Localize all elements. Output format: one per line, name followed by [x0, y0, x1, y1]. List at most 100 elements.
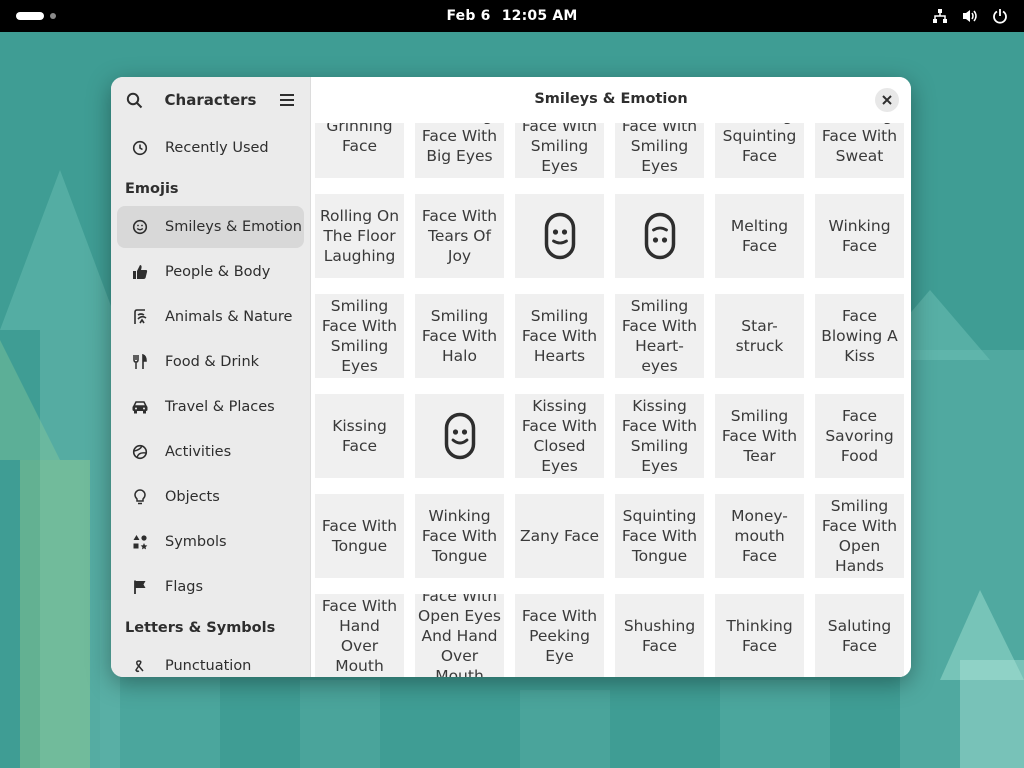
emoji-cell[interactable]: Zany Face	[515, 494, 604, 578]
emoji-cell[interactable]: Winking Face With Tongue	[415, 494, 504, 578]
lightbulb-icon	[131, 488, 149, 506]
sidebar-item-label: Recently Used	[165, 140, 269, 156]
activities-indicator[interactable]	[16, 12, 44, 20]
emoji-cell[interactable]: Squinting Face With Tongue	[615, 494, 704, 578]
characters-window: Characters Recently Used Emojis Smileys …	[111, 77, 911, 677]
smile-glyph-icon	[444, 412, 476, 460]
emoji-cell[interactable]: Grinning Face With Big Eyes	[415, 123, 504, 178]
power-icon	[990, 6, 1010, 26]
emoji-cell[interactable]: Kissing Face	[315, 394, 404, 478]
emoji-name: Rolling On The Floor Laughing	[319, 207, 400, 265]
emoji-cell[interactable]: Face Blowing A Kiss	[815, 294, 904, 378]
emoji-name: Shushing Face	[623, 617, 696, 655]
emoji-cell[interactable]: Smiling Face With Hearts	[515, 294, 604, 378]
sidebar-item-label: Flags	[165, 579, 204, 595]
sidebar: Characters Recently Used Emojis Smileys …	[111, 77, 311, 677]
smiley-icon	[131, 218, 149, 236]
emoji-cell[interactable]: Star-struck	[715, 294, 804, 378]
emoji-cell[interactable]: Face With Tongue	[315, 494, 404, 578]
slight-smile-glyph-icon	[544, 212, 576, 260]
emoji-cell[interactable]: Melting Face	[715, 194, 804, 278]
sidebar-item-flags[interactable]: Flags	[117, 566, 304, 608]
character-grid-scroller[interactable]: Grinning Face Grinning Face With Big Eyes…	[311, 123, 911, 677]
emoji-name: Face With Tongue	[321, 517, 398, 555]
close-icon	[882, 95, 892, 105]
workspace-dot[interactable]	[50, 13, 56, 19]
emoji-cell[interactable]: Shushing Face	[615, 594, 704, 677]
emoji-name: Smiling Face With Tear	[721, 407, 798, 465]
emoji-name: Grinning Face	[326, 123, 393, 155]
emoji-cell[interactable]: Grinning Face With Smiling Eyes	[515, 123, 604, 178]
emoji-name: Grinning Face With Smiling Eyes	[521, 123, 598, 175]
main-menu-button[interactable]	[275, 88, 299, 112]
animals-icon	[131, 308, 149, 326]
sidebar-item-label: People & Body	[165, 264, 271, 280]
emoji-name: Grinning Squinting Face	[722, 123, 797, 165]
sidebar-item-punctuation[interactable]: Punctuation	[117, 645, 304, 677]
emoji-cell[interactable]: Saluting Face	[815, 594, 904, 677]
emoji-cell[interactable]: Smiling Face With Halo	[415, 294, 504, 378]
letters-section-header: Letters & Symbols	[125, 620, 276, 636]
emoji-name: Face With Open Eyes And Hand Over Mouth	[418, 594, 501, 677]
cutlery-icon	[131, 353, 149, 371]
emoji-name: Saluting Face	[827, 617, 892, 655]
emoji-name: Face With Hand Over Mouth	[321, 597, 398, 675]
emoji-name: Smiling Face With Hearts	[521, 307, 598, 365]
emoji-cell[interactable]: Face With Hand Over Mouth	[315, 594, 404, 677]
emoji-cell[interactable]: Rolling On The Floor Laughing	[315, 194, 404, 278]
emojis-section-header: Emojis	[125, 181, 179, 197]
sidebar-item-label: Animals & Nature	[165, 309, 293, 325]
emoji-cell[interactable]: Face With Tears Of Joy	[415, 194, 504, 278]
sidebar-item-symbols[interactable]: Symbols	[117, 521, 304, 563]
emoji-cell[interactable]: Face With Peeking Eye	[515, 594, 604, 677]
emoji-cell[interactable]: Money-mouth Face	[715, 494, 804, 578]
sidebar-item-people-body[interactable]: People & Body	[117, 251, 304, 293]
header-bar: Smileys & Emotion	[311, 77, 911, 123]
emoji-name: Face Savoring Food	[825, 407, 894, 465]
emoji-name: Squinting Face With Tongue	[621, 507, 698, 565]
sidebar-item-label: Punctuation	[165, 658, 252, 674]
emoji-cell[interactable]: Grinning Face	[315, 123, 404, 178]
emoji-name: Kissing Face With Smiling Eyes	[621, 397, 698, 475]
sidebar-item-activities[interactable]: Activities	[117, 431, 304, 473]
ball-icon	[131, 443, 149, 461]
sidebar-item-smileys-emotion[interactable]: Smileys & Emotion	[117, 206, 304, 248]
emoji-name: Beaming Face With Smiling Eyes	[621, 123, 698, 175]
network-icon	[930, 6, 950, 26]
emoji-cell[interactable]: Smiling Face With Smiling Eyes	[315, 294, 404, 378]
close-button[interactable]	[875, 88, 899, 112]
clock-time: 12:05 AM	[501, 8, 578, 24]
flag-icon	[131, 578, 149, 596]
emoji-cell[interactable]: Winking Face	[815, 194, 904, 278]
sidebar-item-travel-places[interactable]: Travel & Places	[117, 386, 304, 428]
emoji-name: Smiling Face With Halo	[421, 307, 498, 365]
emoji-cell[interactable]: Thinking Face	[715, 594, 804, 677]
emoji-cell[interactable]: Kissing Face With Smiling Eyes	[615, 394, 704, 478]
sidebar-item-objects[interactable]: Objects	[117, 476, 304, 518]
sidebar-item-food-drink[interactable]: Food & Drink	[117, 341, 304, 383]
upside-down-glyph-icon	[644, 212, 676, 260]
sidebar-item-recently-used[interactable]: Recently Used	[117, 127, 304, 169]
sidebar-header: Characters	[111, 77, 310, 123]
emoji-cell[interactable]	[515, 194, 604, 278]
emoji-cell[interactable]: Face Savoring Food	[815, 394, 904, 478]
sidebar-item-animals-nature[interactable]: Animals & Nature	[117, 296, 304, 338]
emoji-cell[interactable]: Grinning Squinting Face	[715, 123, 804, 178]
sidebar-item-label: Smileys & Emotion	[165, 219, 302, 235]
sidebar-item-label: Food & Drink	[165, 354, 260, 370]
emoji-cell[interactable]: Face With Open Eyes And Hand Over Mouth	[415, 594, 504, 677]
clock[interactable]: Feb 6 12:05 AM	[443, 8, 580, 24]
page-title: Smileys & Emotion	[534, 91, 688, 107]
emoji-cell[interactable]	[615, 194, 704, 278]
emoji-cell[interactable]: Beaming Face With Smiling Eyes	[615, 123, 704, 178]
emoji-cell[interactable]: Smiling Face With Open Hands	[815, 494, 904, 578]
emoji-cell[interactable]: Kissing Face With Closed Eyes	[515, 394, 604, 478]
emoji-name: Melting Face	[730, 217, 789, 255]
system-tray[interactable]	[930, 6, 1010, 26]
emoji-cell[interactable]: Smiling Face With Tear	[715, 394, 804, 478]
emoji-cell[interactable]: Grinning Face With Sweat	[815, 123, 904, 178]
emoji-cell[interactable]: Smiling Face With Heart-eyes	[615, 294, 704, 378]
emoji-cell[interactable]	[415, 394, 504, 478]
clock-date: Feb 6	[446, 8, 491, 24]
emoji-name: Grinning Face With Big Eyes	[421, 123, 498, 165]
